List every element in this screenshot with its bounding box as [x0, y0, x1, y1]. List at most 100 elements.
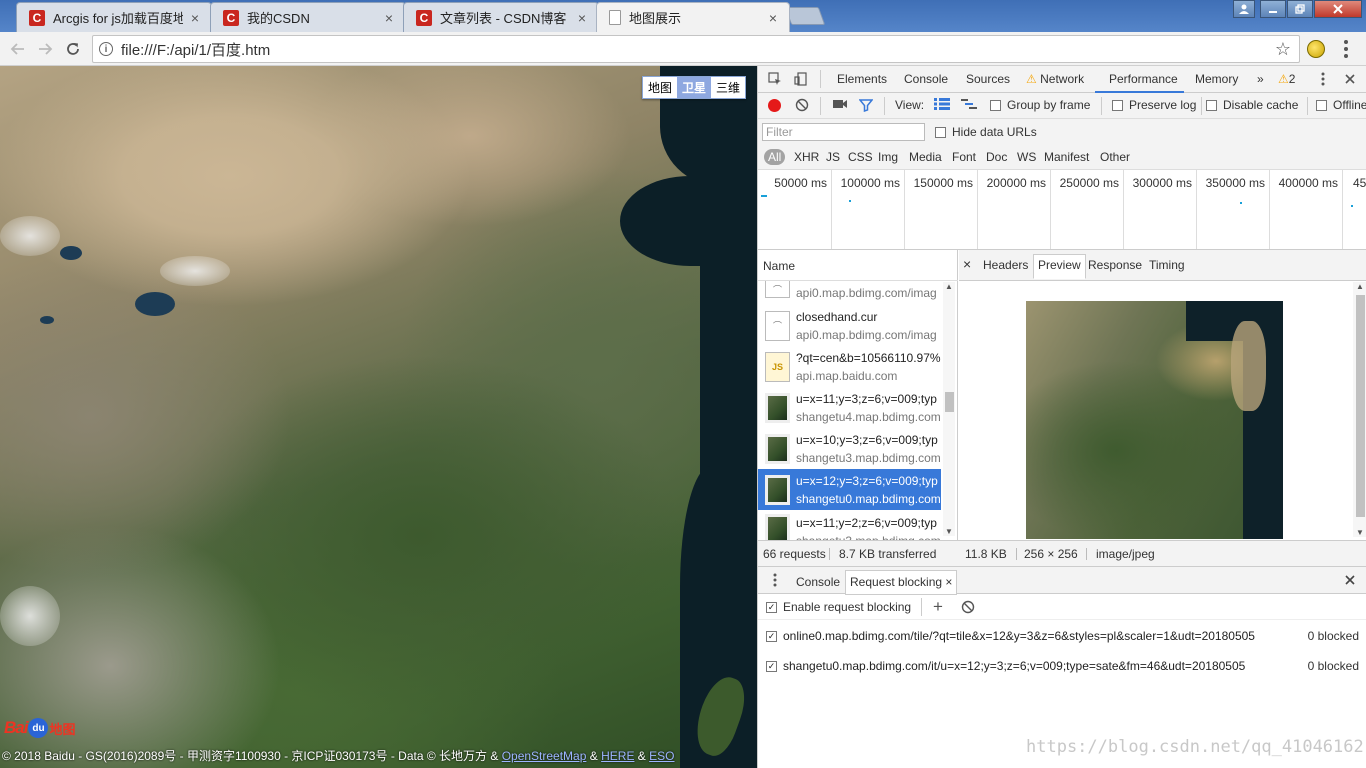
enable-blocking-checkbox[interactable]: ✓ Enable request blocking — [766, 600, 911, 614]
scroll-up-icon[interactable]: ▲ — [1356, 282, 1364, 291]
type-filter-other[interactable]: Other — [1100, 150, 1130, 164]
tab-memory[interactable]: Memory — [1195, 72, 1238, 86]
request-row[interactable]: ⌒ api0.map.bdimg.com/imag — [758, 281, 941, 305]
scroll-down-icon[interactable]: ▼ — [945, 527, 953, 536]
restore-icon — [1295, 4, 1305, 14]
tab-preview[interactable]: Preview — [1033, 254, 1086, 279]
type-filter-font[interactable]: Font — [952, 150, 976, 164]
filter-toggle-button[interactable] — [859, 98, 873, 112]
large-rows-toggle[interactable] — [934, 98, 950, 110]
offline-checkbox[interactable]: Offline — [1316, 98, 1366, 112]
add-pattern-icon[interactable]: + — [933, 597, 943, 617]
browser-tab-arcgis[interactable]: C Arcgis for js加载百度地 × — [16, 2, 212, 32]
forward-button[interactable] — [33, 37, 57, 61]
type-filter-all[interactable]: All — [764, 149, 786, 165]
type-filter-ws[interactable]: WS — [1017, 150, 1036, 164]
extension-icon[interactable] — [1307, 40, 1325, 58]
back-button[interactable] — [6, 37, 30, 61]
user-profile-button[interactable] — [1233, 0, 1255, 18]
request-row[interactable]: u=x=10;y=3;z=6;v=009;typ shangetu3.map.bd… — [758, 428, 941, 469]
waterfall-toggle[interactable] — [961, 98, 977, 110]
request-row[interactable]: u=x=11;y=3;z=6;v=009;typ shangetu4.map.bd… — [758, 387, 941, 428]
bookmark-star-icon[interactable]: ☆ — [1275, 39, 1291, 60]
tab-timing[interactable]: Timing — [1149, 258, 1185, 272]
osm-link[interactable]: OpenStreetMap — [502, 749, 587, 763]
type-filter-css[interactable]: CSS — [848, 150, 873, 164]
window-close-button[interactable] — [1314, 0, 1362, 18]
type-filter-xhr[interactable]: XHR — [794, 150, 819, 164]
request-row[interactable]: ⌒ closedhand.cur api0.map.bdimg.com/imag — [758, 305, 941, 346]
filter-input[interactable]: Filter — [762, 123, 925, 141]
more-tabs-icon[interactable]: » — [1257, 72, 1264, 86]
scroll-down-icon[interactable]: ▼ — [1356, 528, 1364, 537]
browser-tab-map-display[interactable]: 地图展示 × — [596, 2, 790, 32]
drawer-menu-icon[interactable] — [767, 572, 783, 588]
scrollbar-thumb[interactable] — [1356, 295, 1365, 517]
map-type-3d[interactable]: 三维 — [711, 77, 745, 98]
devtools-menu-icon[interactable] — [1315, 71, 1331, 87]
close-icon[interactable]: × — [381, 10, 397, 26]
rule-checkbox[interactable]: ✓ — [766, 630, 777, 642]
type-filter-img[interactable]: Img — [878, 150, 898, 164]
group-by-frame-checkbox[interactable]: Group by frame — [990, 98, 1090, 112]
tab-headers[interactable]: Headers — [983, 258, 1028, 272]
tab-performance[interactable]: Performance — [1095, 72, 1184, 93]
clear-button[interactable] — [795, 98, 809, 112]
drawer-tab-console[interactable]: Console — [796, 575, 840, 589]
close-icon[interactable]: × — [187, 10, 203, 26]
disable-cache-checkbox[interactable]: Disable cache — [1206, 98, 1298, 112]
blocking-rule-row[interactable]: ✓ shangetu0.map.bdimg.com/it/u=x=12;y=3;… — [766, 655, 1359, 677]
request-row[interactable]: JS ?qt=cen&b=10566110.97% api.map.baidu.c… — [758, 346, 941, 387]
close-icon[interactable]: × — [574, 10, 590, 26]
baidu-satellite-map[interactable]: 地图 卫星 三维 Bai du 地图 © 2018 Baidu - GS(201… — [0, 66, 757, 768]
minimize-button[interactable] — [1260, 0, 1286, 18]
type-filter-js[interactable]: JS — [826, 150, 840, 164]
screenshot-button[interactable] — [832, 98, 848, 110]
blocking-rule-row[interactable]: ✓ online0.map.bdimg.com/tile/?qt=tile&x=… — [766, 625, 1359, 647]
address-bar[interactable]: i file:///F:/api/1/百度.htm ☆ — [92, 35, 1300, 63]
type-filter-manifest[interactable]: Manifest — [1044, 150, 1089, 164]
network-overview-timeline[interactable]: 50000 ms 100000 ms 150000 ms 200000 ms 2… — [758, 170, 1366, 250]
drawer-tab-request-blocking[interactable]: Request blocking × — [845, 570, 958, 595]
map-type-satellite[interactable]: 卫星 — [676, 77, 711, 98]
hide-data-urls-checkbox[interactable]: Hide data URLs — [935, 125, 1037, 139]
browser-tab-article-list[interactable]: C 文章列表 - CSDN博客 × — [403, 2, 599, 32]
new-tab-button[interactable] — [784, 7, 826, 25]
reload-button[interactable] — [61, 37, 85, 61]
here-link[interactable]: HERE — [601, 749, 634, 763]
tab-elements[interactable]: Elements — [837, 72, 887, 86]
inspect-element-icon[interactable] — [767, 71, 783, 87]
type-filter-doc[interactable]: Doc — [986, 150, 1007, 164]
warning-count[interactable]: ⚠2 — [1278, 72, 1295, 86]
close-icon[interactable]: × — [945, 575, 952, 589]
browser-menu-icon[interactable] — [1338, 39, 1354, 59]
tab-response[interactable]: Response — [1088, 258, 1142, 272]
close-drawer-icon[interactable] — [1342, 572, 1358, 588]
request-list-scrollbar[interactable]: ▲ ▼ — [943, 282, 955, 536]
browser-tab-my-csdn[interactable]: C 我的CSDN × — [210, 2, 406, 32]
info-icon[interactable]: i — [99, 42, 113, 56]
preserve-log-checkbox[interactable]: Preserve log — [1112, 98, 1196, 112]
map-type-normal[interactable]: 地图 — [643, 77, 677, 98]
remove-all-patterns-button[interactable] — [961, 600, 975, 614]
tab-network[interactable]: ⚠ Network — [1026, 72, 1084, 86]
rule-checkbox[interactable]: ✓ — [766, 660, 777, 672]
request-row-selected[interactable]: u=x=12;y=3;z=6;v=009;typ shangetu0.map.bd… — [758, 469, 941, 510]
preview-scrollbar[interactable]: ▲ ▼ — [1353, 282, 1366, 537]
device-toolbar-icon[interactable] — [793, 71, 809, 87]
close-devtools-icon[interactable] — [1342, 71, 1358, 87]
restore-button[interactable] — [1287, 0, 1313, 18]
name-column-header[interactable]: Name — [758, 250, 958, 281]
scroll-up-icon[interactable]: ▲ — [945, 282, 953, 291]
lake — [60, 246, 82, 260]
type-filter-media[interactable]: Media — [909, 150, 942, 164]
record-button[interactable] — [768, 99, 781, 112]
request-row[interactable]: u=x=11;y=2;z=6;v=009;typshangetu3.map.bd… — [758, 510, 941, 540]
tab-console[interactable]: Console — [904, 72, 948, 86]
scrollbar-thumb[interactable] — [945, 392, 954, 412]
close-detail-icon[interactable]: × — [963, 256, 971, 272]
timeline-dot — [1240, 202, 1242, 204]
close-icon[interactable]: × — [765, 10, 781, 26]
eso-link[interactable]: ESO — [649, 749, 674, 763]
tab-sources[interactable]: Sources — [966, 72, 1010, 86]
